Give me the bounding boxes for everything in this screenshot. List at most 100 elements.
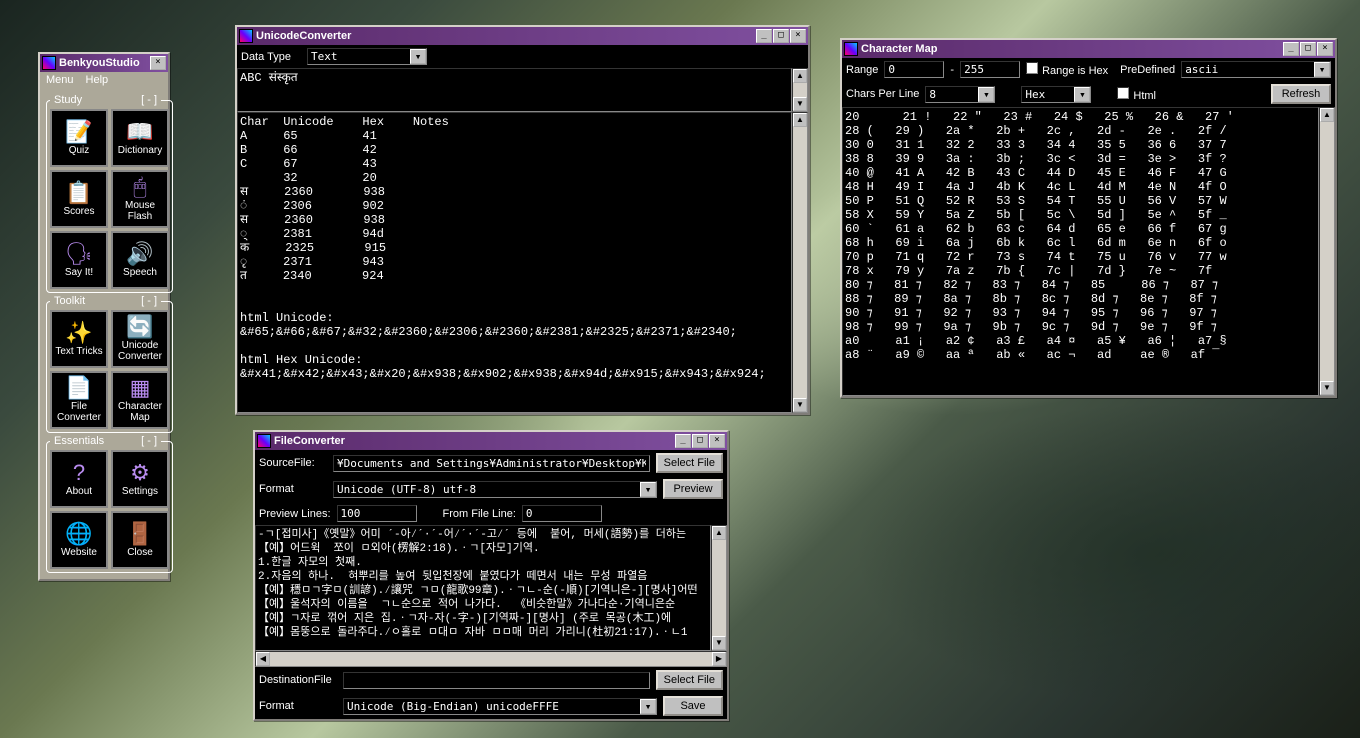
toolbox-titlebar[interactable]: BenkyouStudio × [40,54,168,72]
dest-label: DestinationFile [259,674,337,686]
group-toolkit: Toolkit[ - ] ✨Text Tricks🔄Unicode Conver… [46,295,173,433]
tool-label: Settings [122,486,158,497]
uconv-input[interactable]: ABC संस्कृत [237,68,792,112]
rangeis-checkbox[interactable] [1026,62,1038,74]
html-checkbox[interactable] [1117,87,1129,99]
tool-label: Website [61,547,97,558]
tool-button-say-it-[interactable]: 🗣Say It! [50,231,108,289]
menu-item[interactable]: Help [86,74,109,86]
mode-select[interactable]: Hex [1021,86,1091,103]
charmap-grid[interactable]: 20 21 ! 22 " 23 # 24 $ 25 % 26 & 27 ' 28… [842,107,1319,396]
tool-button-dictionary[interactable]: 📖 Dictionary [111,109,169,167]
tool-icon: 🔊 [126,243,153,265]
tool-icon: 📖 [126,121,153,143]
tool-button-quiz[interactable]: 📝Quiz [50,109,108,167]
tool-icon: ✨ [65,322,92,344]
tool-button-character-map[interactable]: ▦Character Map [111,371,169,429]
close-icon[interactable]: × [1317,42,1333,56]
format-label: Format [259,700,337,712]
uconv-output[interactable]: Char Unicode Hex Notes A 65 41 B 66 42 C… [237,112,792,413]
tool-label: Dictionary [118,145,162,156]
tool-icon: ⚙ [130,462,150,484]
from-line-label: From File Line: [443,508,516,520]
fconv-preview[interactable]: -ㄱ[접미사]《옛말》어미 ´-아⁄´·´-어⁄´·´-고⁄´ 등에 붙어, 머… [255,525,711,651]
tool-icon: 🚪 [126,523,153,545]
tool-button-unicode-converter[interactable]: 🔄Unicode Converter [111,310,169,368]
scrollbar-v[interactable]: ▲▼ [711,525,727,651]
dest-path-input[interactable] [343,672,650,689]
datatype-label: Data Type [241,51,301,63]
toolbox-title: BenkyouStudio [59,57,150,69]
group-study: Study[ - ] 📝Quiz📖Dictionary📋Scores🖱Mouse… [46,94,173,293]
cpl-select[interactable]: 8 [925,86,995,103]
minimize-icon[interactable]: _ [1283,42,1299,56]
minimize-icon[interactable]: _ [756,29,772,43]
collapse-button[interactable]: [ - ] [141,295,157,307]
select-file-button[interactable]: Select File [656,670,723,690]
html-label: Html [1117,87,1156,102]
app-icon [257,434,271,448]
tool-button-close[interactable]: 🚪Close [111,511,169,569]
group-essentials: Essentials[ - ] ?About⚙Settings🌐Website🚪… [46,435,173,573]
tool-label: Text Tricks [55,346,102,357]
uconv-titlebar[interactable]: UnicodeConverter _ □ × [237,27,808,45]
tool-label: Mouse Flash [113,200,167,222]
select-file-button[interactable]: Select File [656,453,723,473]
tool-icon: 📄 [65,377,92,399]
tool-icon: 🔄 [126,316,153,338]
predef-label: PreDefined [1120,64,1175,76]
collapse-button[interactable]: [ - ] [141,94,157,106]
refresh-button[interactable]: Refresh [1271,84,1331,104]
dst-format-select[interactable]: Unicode (Big-Endian) unicodeFFFE [343,698,657,715]
fconv-title: FileConverter [274,435,675,447]
tool-label: Character Map [113,401,167,423]
tool-button-file-converter[interactable]: 📄File Converter [50,371,108,429]
toolbox-window: BenkyouStudio × Menu Help Study[ - ] 📝Qu… [38,52,170,581]
tool-label: About [66,486,92,497]
menu-bar: Menu Help [40,72,168,88]
preview-lines-input[interactable] [337,505,417,522]
tool-icon: 📝 [65,121,92,143]
close-icon[interactable]: × [150,56,166,70]
close-icon[interactable]: × [709,434,725,448]
tool-label: File Converter [52,401,106,423]
charmap-titlebar[interactable]: Character Map _ □ × [842,40,1335,58]
tool-button-website[interactable]: 🌐 Website [50,511,108,569]
save-button[interactable]: Save [663,696,723,716]
fconv-titlebar[interactable]: FileConverter _ □ × [255,432,727,450]
tool-icon: 🖱 [133,176,146,198]
maximize-icon[interactable]: □ [1300,42,1316,56]
tool-icon: ▦ [130,377,151,399]
scrollbar-h[interactable]: ◀▶ [255,651,727,667]
app-icon [42,56,56,70]
minimize-icon[interactable]: _ [675,434,691,448]
preview-button[interactable]: Preview [663,479,723,499]
range-to-input[interactable] [960,61,1020,78]
tool-button-about[interactable]: ?About [50,450,108,508]
scrollbar-v[interactable]: ▲▼ [1319,107,1335,396]
close-icon[interactable]: × [790,29,806,43]
source-path-input[interactable] [333,455,650,472]
app-icon [239,29,253,43]
range-from-input[interactable] [884,61,944,78]
src-format-select[interactable]: Unicode (UTF-8) utf-8 [333,481,657,498]
tool-label: Scores [63,206,94,217]
maximize-icon[interactable]: □ [692,434,708,448]
tool-button-scores[interactable]: 📋Scores [50,170,108,228]
menu-item[interactable]: Menu [46,74,74,86]
tool-button-settings[interactable]: ⚙ Settings [111,450,169,508]
scrollbar-v[interactable]: ▲▼ [792,112,808,413]
tool-icon: 🌐 [65,523,92,545]
scrollbar-v[interactable]: ▲▼ [792,68,808,112]
preview-lines-label: Preview Lines: [259,508,331,520]
datatype-select[interactable]: Text [307,48,427,65]
app-icon [844,42,858,56]
tool-button-mouse-flash[interactable]: 🖱Mouse Flash [111,170,169,228]
from-line-input[interactable] [522,505,602,522]
maximize-icon[interactable]: □ [773,29,789,43]
collapse-button[interactable]: [ - ] [141,435,157,447]
tool-button-text-tricks[interactable]: ✨ Text Tricks [50,310,108,368]
predef-select[interactable]: ascii [1181,61,1331,78]
tool-button-speech[interactable]: 🔊Speech [111,231,169,289]
character-map-window: Character Map _ □ × Range - Range is Hex… [840,38,1337,398]
